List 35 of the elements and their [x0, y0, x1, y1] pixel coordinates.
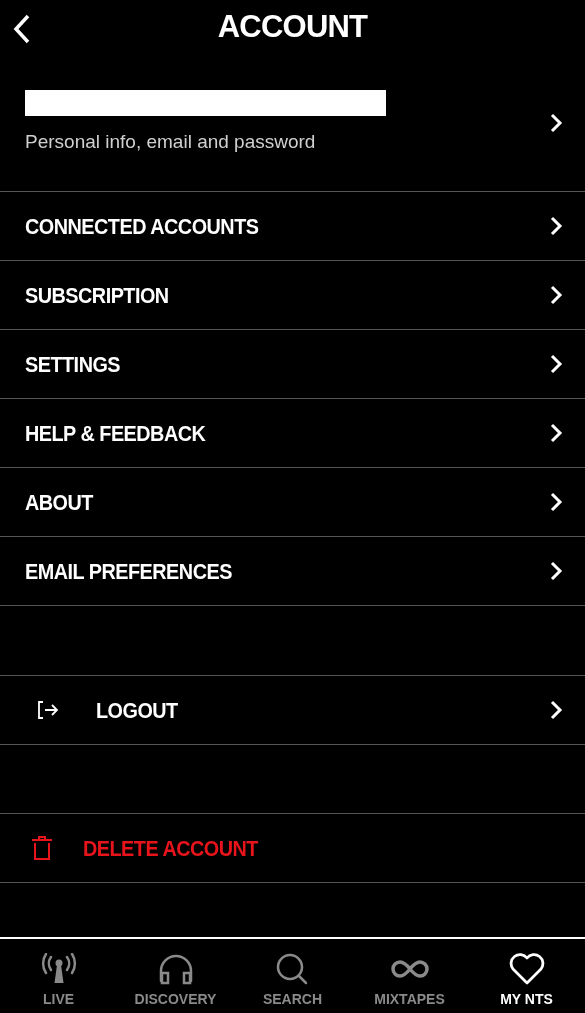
menu-item[interactable]: HELP & FEEDBACK: [0, 399, 585, 468]
menu-item[interactable]: SETTINGS: [0, 330, 585, 399]
menu-label: ABOUT: [25, 488, 93, 517]
menu-item[interactable]: SUBSCRIPTION: [0, 261, 585, 330]
chevron-right-icon: [549, 215, 563, 237]
chevron-right-icon: [549, 112, 563, 134]
trash-icon: [31, 836, 53, 860]
logout-icon: [37, 700, 59, 720]
chevron-right-icon: [549, 284, 563, 306]
tab[interactable]: LIVE: [0, 939, 117, 1013]
menu-label: EMAIL PREFERENCES: [25, 557, 232, 586]
menu-label: SETTINGS: [25, 350, 121, 379]
chevron-right-icon: [549, 491, 563, 513]
chevron-right-icon: [549, 560, 563, 582]
tab[interactable]: MIXTAPES: [351, 939, 468, 1013]
tab[interactable]: MY NTS: [468, 939, 585, 1013]
logout-label: LOGOUT: [96, 696, 178, 725]
profile-subtitle: Personal info, email and password: [25, 129, 317, 154]
menu-label: HELP & FEEDBACK: [25, 419, 206, 448]
menu-item[interactable]: ABOUT: [0, 468, 585, 537]
delete-account-label: DELETE ACCOUNT: [83, 834, 258, 863]
menu-item[interactable]: CONNECTED ACCOUNTS: [0, 192, 585, 261]
chevron-right-icon: [549, 353, 563, 375]
menu-label: CONNECTED ACCOUNTS: [25, 212, 259, 241]
back-icon: [12, 14, 32, 44]
delete-account-row[interactable]: DELETE ACCOUNT: [0, 814, 585, 883]
page-title: ACCOUNT: [217, 8, 368, 47]
menu-item[interactable]: EMAIL PREFERENCES: [0, 537, 585, 606]
chevron-right-icon: [549, 699, 563, 721]
menu-label: SUBSCRIPTION: [25, 281, 169, 310]
logout-row[interactable]: LOGOUT: [0, 676, 585, 745]
tab[interactable]: SEARCH: [234, 939, 351, 1013]
profile-row[interactable]: Personal info, email and password: [0, 55, 585, 192]
tab[interactable]: DISCOVERY: [117, 939, 234, 1013]
chevron-right-icon: [549, 422, 563, 444]
